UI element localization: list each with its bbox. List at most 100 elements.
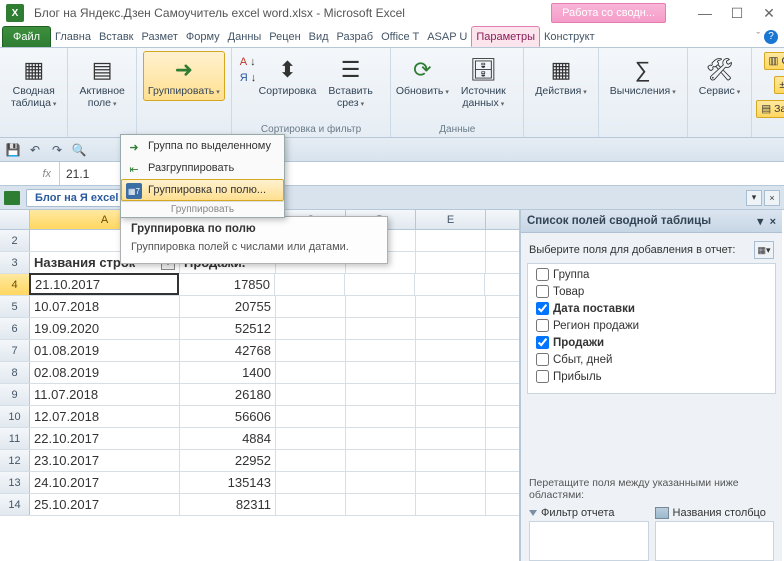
cell[interactable] (276, 472, 346, 493)
cell[interactable] (346, 450, 416, 471)
cell[interactable]: 52512 (180, 318, 276, 339)
tab-review[interactable]: Рецен (265, 26, 304, 47)
cell[interactable] (276, 494, 346, 515)
field-item[interactable]: Прибыль (536, 368, 767, 385)
undo-icon[interactable]: ↶ (26, 141, 44, 159)
cell[interactable] (276, 296, 346, 317)
cell[interactable]: 56606 (180, 406, 276, 427)
cell[interactable]: 19.09.2020 (30, 318, 180, 339)
cell[interactable] (416, 472, 486, 493)
cell[interactable]: 26180 (180, 384, 276, 405)
dropdown-icon[interactable]: ▾ × (757, 214, 776, 228)
cell[interactable] (346, 406, 416, 427)
row-number[interactable]: 5 (0, 296, 30, 317)
cell[interactable] (346, 472, 416, 493)
tab-nav-icon[interactable]: ▾ (746, 190, 762, 206)
minimize-button[interactable]: — (696, 5, 714, 21)
field-checkbox[interactable] (536, 268, 549, 281)
tab-pivot-options[interactable]: Параметры (471, 26, 540, 47)
cell[interactable] (276, 406, 346, 427)
menu-group-selection[interactable]: ➜ Группа по выделенному (121, 135, 284, 157)
cell[interactable] (345, 274, 415, 295)
row-number[interactable]: 9 (0, 384, 30, 405)
minimize-ribbon-icon[interactable]: ˇ (756, 31, 760, 43)
sort-za-button[interactable]: Я↓ (238, 71, 258, 85)
tab-formulas[interactable]: Форму (182, 26, 224, 47)
tab-insert[interactable]: Вставк (95, 26, 138, 47)
file-tab[interactable]: Файл (2, 26, 51, 47)
row-number[interactable]: 2 (0, 230, 30, 251)
menu-ungroup[interactable]: ⇤ Разгруппировать (121, 157, 284, 179)
cell[interactable]: 135143 (180, 472, 276, 493)
maximize-button[interactable]: ☐ (728, 5, 746, 22)
cell[interactable]: 17850 (179, 274, 275, 295)
cell[interactable] (416, 406, 486, 427)
cell[interactable]: 42768 (180, 340, 276, 361)
redo-icon[interactable]: ↷ (48, 141, 66, 159)
cell[interactable] (416, 296, 486, 317)
menu-group-by-field[interactable]: ▦7 Группировка по полю... (121, 179, 284, 201)
cell[interactable] (416, 450, 486, 471)
cell[interactable] (346, 340, 416, 361)
cell[interactable]: 1400 (180, 362, 276, 383)
field-item[interactable]: Продажи (536, 334, 767, 351)
cell[interactable] (416, 230, 486, 251)
refresh-button[interactable]: ⟳ Обновить▾ (397, 51, 447, 101)
tab-asap[interactable]: ASAP U (423, 26, 471, 47)
field-checkbox[interactable] (536, 319, 549, 332)
filter-zone[interactable] (529, 521, 649, 561)
cell[interactable] (416, 318, 486, 339)
cell[interactable]: 20755 (180, 296, 276, 317)
row-number[interactable]: 6 (0, 318, 30, 339)
save-icon[interactable]: 💾 (4, 141, 22, 159)
row-number[interactable]: 4 (0, 274, 30, 295)
cell[interactable] (416, 340, 486, 361)
field-item[interactable]: Дата поставки (536, 300, 767, 317)
row-number[interactable]: 3 (0, 252, 30, 273)
field-list-toggle[interactable]: ▥Список полей (764, 52, 784, 70)
active-field-button[interactable]: ▤ Активное поле▾ (74, 51, 129, 112)
print-preview-icon[interactable]: 🔍 (70, 141, 88, 159)
field-item[interactable]: Регион продажи (536, 317, 767, 334)
cell[interactable] (415, 274, 485, 295)
close-button[interactable]: ✕ (760, 5, 778, 22)
field-item[interactable]: Товар (536, 283, 767, 300)
cell[interactable]: 24.10.2017 (30, 472, 180, 493)
cell[interactable] (276, 450, 346, 471)
sort-button[interactable]: ⬍ Сортировка (260, 51, 315, 101)
field-checkbox[interactable] (536, 370, 549, 383)
tab-home[interactable]: Главна (51, 26, 95, 47)
plusminus-toggle[interactable]: ±Кнопки +/- (774, 76, 784, 94)
tab-layout[interactable]: Размет (138, 26, 182, 47)
tab-close-icon[interactable]: × (764, 190, 780, 206)
cell[interactable]: 02.08.2019 (30, 362, 180, 383)
group-button[interactable]: ➜ Группировать▾ (143, 51, 225, 101)
tab-view[interactable]: Вид (305, 26, 333, 47)
cell[interactable]: 25.10.2017 (30, 494, 180, 515)
cell[interactable] (416, 494, 486, 515)
tab-data[interactable]: Данны (224, 26, 266, 47)
data-source-button[interactable]: 🗄 Источник данных▾ (449, 51, 517, 112)
close-pane-icon[interactable]: × (770, 216, 776, 228)
formula-value[interactable]: 21.1 (60, 167, 89, 181)
field-headers-toggle[interactable]: ▤Заголовки полей (756, 100, 784, 118)
cell[interactable]: 22952 (180, 450, 276, 471)
cell[interactable]: 22.10.2017 (30, 428, 180, 449)
field-checkbox[interactable] (536, 353, 549, 366)
row-number[interactable]: 13 (0, 472, 30, 493)
cell[interactable] (276, 318, 346, 339)
row-number[interactable]: 11 (0, 428, 30, 449)
tab-pivot-design[interactable]: Конструкт (540, 26, 599, 47)
field-checkbox[interactable] (536, 285, 549, 298)
row-number[interactable]: 10 (0, 406, 30, 427)
cell[interactable] (346, 494, 416, 515)
cell[interactable]: 82311 (180, 494, 276, 515)
cell[interactable] (346, 362, 416, 383)
field-checkbox[interactable] (536, 336, 549, 349)
cell[interactable] (416, 252, 486, 273)
cell[interactable] (416, 384, 486, 405)
cell[interactable] (416, 428, 486, 449)
cell[interactable] (346, 296, 416, 317)
field-item[interactable]: Группа (536, 266, 767, 283)
cell[interactable] (346, 384, 416, 405)
